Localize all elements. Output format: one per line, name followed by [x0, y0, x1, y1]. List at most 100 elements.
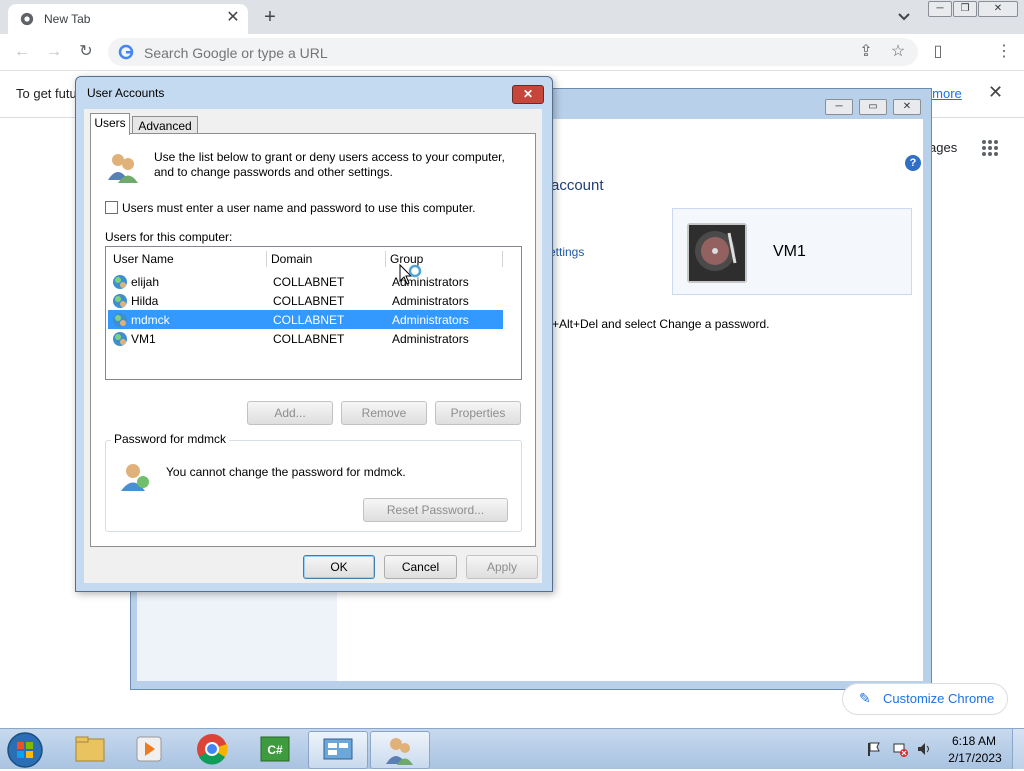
reload-icon[interactable]: ↻ — [76, 42, 96, 62]
share-icon[interactable]: ⇪ — [856, 42, 876, 62]
cp-settings-link[interactable]: ettings — [549, 245, 584, 259]
taskbar-csharp-button[interactable]: C# — [246, 731, 304, 767]
google-apps-grid-icon[interactable] — [981, 139, 999, 157]
user-domain-cell: COLLABNET — [273, 313, 345, 327]
new-tab-button[interactable]: + — [258, 5, 282, 29]
taskbar-chrome-button[interactable] — [183, 731, 241, 767]
show-desktop-button[interactable] — [1012, 729, 1024, 769]
user-name-cell: mdmck — [131, 313, 170, 327]
side-panel-icon[interactable]: ▯ — [928, 42, 948, 62]
tab-users[interactable]: Users — [90, 113, 130, 135]
clock-date[interactable]: 2/17/2023 — [944, 751, 1006, 765]
column-header-user-name[interactable]: User Name — [113, 249, 174, 269]
omnibox[interactable] — [108, 38, 918, 66]
column-separator[interactable] — [385, 251, 386, 267]
apply-button[interactable]: Apply — [466, 555, 538, 579]
window-minimize-button[interactable]: ─ — [928, 1, 952, 17]
start-orb-icon[interactable] — [6, 731, 44, 769]
customize-chrome-label: Customize Chrome — [883, 691, 995, 706]
user-group-cell: Administrators — [392, 294, 469, 308]
back-arrow-icon[interactable]: ← — [12, 42, 32, 62]
password-group-title: Password for mdmck — [111, 432, 230, 446]
user-row[interactable]: Hilda COLLABNET Administrators — [108, 291, 503, 310]
reset-password-button[interactable]: Reset Password... — [363, 498, 508, 522]
chrome-icon — [197, 734, 228, 765]
user-card-name: VM1 — [773, 243, 806, 260]
cancel-button[interactable]: Cancel — [384, 555, 457, 579]
partial-text: ages — [929, 140, 958, 155]
user-name-cell: VM1 — [131, 332, 156, 346]
infobar-text: To get futu — [16, 86, 77, 101]
browser-tab[interactable]: New Tab ✕ — [8, 4, 248, 34]
tab-search-chevron-icon[interactable] — [894, 8, 914, 26]
add-button[interactable]: Add... — [247, 401, 333, 425]
chrome-favicon-icon — [20, 12, 34, 26]
user-globe-icon — [113, 332, 127, 346]
users-list[interactable]: User Name Domain Group elijah COLLABNET … — [105, 246, 522, 380]
user-globe-icon — [113, 275, 127, 289]
customize-chrome-button[interactable]: ✎ Customize Chrome — [842, 683, 1008, 715]
user-accounts-icon — [386, 738, 413, 765]
user-group-cell: Administrators — [392, 332, 469, 346]
dialog-close-button[interactable]: ✕ — [512, 85, 544, 104]
user-globe-icon — [113, 313, 127, 327]
users-for-computer-label: Users for this computer: — [105, 230, 233, 244]
window-restore-button[interactable]: ❐ — [953, 1, 977, 17]
remove-button[interactable]: Remove — [341, 401, 427, 425]
svg-text:C#: C# — [267, 743, 283, 757]
user-domain-cell: COLLABNET — [273, 332, 345, 346]
omnibox-input[interactable] — [142, 42, 846, 64]
column-header-domain[interactable]: Domain — [271, 249, 312, 269]
browser-tabstrip: New Tab ✕ + ─ ❐ ✕ — [0, 0, 1024, 34]
user-row-selected[interactable]: mdmck COLLABNET Administrators — [108, 310, 503, 329]
forward-arrow-icon[interactable]: → — [44, 42, 64, 62]
chrome-menu-icon[interactable]: ⋮ — [994, 42, 1014, 62]
user-account-icon — [121, 464, 149, 491]
user-domain-cell: COLLABNET — [273, 294, 345, 308]
ok-button[interactable]: OK — [303, 555, 375, 579]
taskbar-user-accounts-button[interactable] — [370, 731, 430, 769]
bookmark-star-icon[interactable]: ☆ — [888, 42, 908, 62]
cp-maximize-button[interactable]: ▭ — [859, 99, 887, 115]
properties-button[interactable]: Properties — [435, 401, 521, 425]
taskbar: C# 6:18 AM 2/17/2023 — [0, 728, 1024, 769]
folder-icon — [75, 736, 105, 762]
password-info-text: You cannot change the password for mdmck… — [166, 465, 406, 479]
user-group-cell: Administrators — [392, 313, 469, 327]
infobar-close-icon[interactable]: ✕ — [988, 82, 1003, 103]
user-row[interactable]: elijah COLLABNET Administrators — [108, 272, 503, 291]
taskbar-control-panel-button[interactable] — [308, 731, 368, 769]
taskbar-explorer-button[interactable] — [60, 731, 118, 767]
action-center-flag-icon[interactable] — [866, 741, 882, 757]
media-player-icon — [136, 736, 162, 762]
cp-minimize-button[interactable]: ─ — [825, 99, 853, 115]
pencil-icon: ✎ — [859, 690, 871, 706]
cp-close-button[interactable]: ✕ — [893, 99, 921, 115]
taskbar-media-player-button[interactable] — [120, 731, 178, 767]
column-separator[interactable] — [266, 251, 267, 267]
intro-text: Use the list below to grant or deny user… — [154, 150, 505, 179]
cp-heading: account — [551, 177, 604, 194]
user-name-cell: elijah — [131, 275, 160, 289]
control-panel-icon — [323, 738, 353, 760]
user-row[interactable]: VM1 COLLABNET Administrators — [108, 329, 503, 348]
help-icon[interactable]: ? — [905, 155, 921, 171]
clock-time[interactable]: 6:18 AM — [950, 734, 998, 748]
must-enter-password-checkbox[interactable] — [105, 201, 118, 214]
tab-close-icon[interactable]: ✕ — [224, 9, 242, 27]
google-g-icon — [118, 44, 134, 60]
column-separator[interactable] — [502, 251, 503, 267]
user-accounts-dialog: User Accounts ✕ Users Advanced Use the l… — [75, 76, 553, 592]
busy-cursor-icon — [399, 263, 422, 285]
dialog-title: User Accounts — [87, 86, 165, 100]
volume-icon[interactable] — [916, 741, 932, 757]
must-enter-password-label[interactable]: Users must enter a user name and passwor… — [122, 201, 476, 215]
browser-toolbar: ← → ↻ ⇪ ☆ ▯ ⋮ — [0, 34, 1024, 97]
users-icon — [108, 154, 138, 183]
tab-title: New Tab — [44, 12, 91, 26]
user-picture-icon — [687, 223, 747, 283]
cp-instruction: +Alt+Del and select Change a password. — [552, 317, 770, 331]
window-close-button[interactable]: ✕ — [978, 1, 1018, 17]
csharp-icon: C# — [260, 736, 290, 762]
network-icon[interactable] — [892, 741, 908, 757]
